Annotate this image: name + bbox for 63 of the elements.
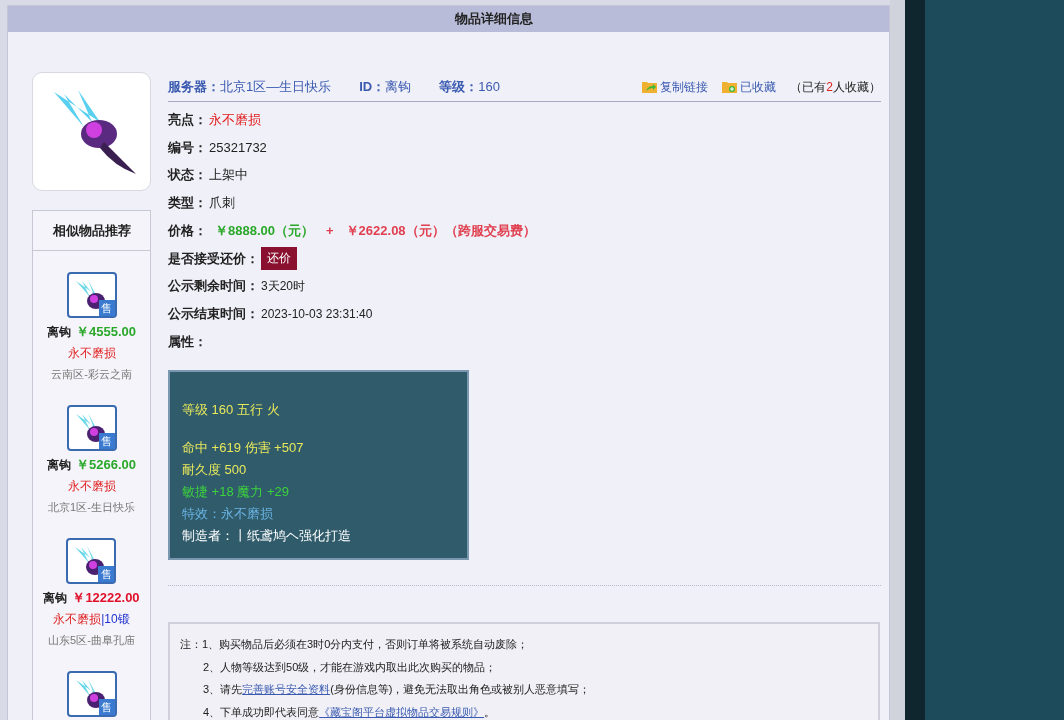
- attribute-line: 命中 +619 伤害 +507: [182, 439, 305, 458]
- sale-badge: 售: [98, 566, 115, 582]
- folder-plus-icon: [722, 80, 738, 93]
- item-name: 离钩: [47, 457, 71, 474]
- sale-badge: 售: [98, 300, 115, 316]
- field-value: 25321732: [209, 138, 267, 157]
- action-link[interactable]: 复制链接: [642, 77, 709, 96]
- attribute-line: 敏捷 +18 魔力 +29: [182, 483, 290, 502]
- field-label: 公示剩余时间：: [168, 277, 259, 296]
- item-price: ￥4555.00: [76, 323, 136, 341]
- field-value: 2023-10-03 23:31:40: [261, 305, 373, 323]
- attribute-line: 特效：永不磨损: [182, 505, 274, 524]
- sale-badge: 售: [98, 699, 115, 715]
- item-server[interactable]: 山东5区-曲阜孔庙: [48, 631, 135, 648]
- forge-level: |10锻: [101, 610, 130, 628]
- note-line: 注：1、购买物品后必须在3时0分内支付，否则订单将被系统自动废除；: [180, 637, 530, 653]
- item-server[interactable]: 北京1区-生日快乐: [48, 498, 135, 515]
- field-value: 永不磨损: [209, 111, 261, 130]
- field-value: 3天20时: [261, 277, 306, 295]
- plus-sign: +: [326, 221, 334, 240]
- item-tag: 永不磨损: [67, 343, 116, 362]
- field-label: 类型：: [168, 194, 207, 213]
- note-line: 4、下单成功即代表同意《藏宝阁平台虚拟物品交易规则》。: [202, 704, 497, 720]
- field-label: 编号：: [168, 138, 207, 157]
- field-label: 状态：: [168, 166, 207, 185]
- note-link[interactable]: 完善账号安全资料: [242, 683, 331, 696]
- item-level: 等级：160: [439, 77, 500, 96]
- server-info: 服务器：北京1区—生日快乐: [168, 77, 332, 96]
- field-label: 是否接受还价：: [168, 249, 259, 268]
- field-label: 价格：: [168, 221, 207, 240]
- page-title: 物品详细信息: [454, 10, 533, 29]
- scrollbar[interactable]: [890, 0, 905, 720]
- item-server[interactable]: 云南区-彩云之南: [51, 365, 132, 382]
- fee-value: ￥2622.08（元）（跨服交易费）: [345, 221, 536, 240]
- action-link[interactable]: 已收藏: [722, 77, 777, 96]
- item-price: ￥5266.00: [76, 456, 136, 474]
- item-id: ID：离钩: [359, 77, 412, 96]
- item-thumbnail[interactable]: 售: [66, 405, 117, 451]
- note-link[interactable]: 《藏宝阁平台虚拟物品交易规则》: [319, 705, 485, 718]
- item-tag: 永不磨损: [67, 476, 116, 495]
- attribute-line: 耐久度 500: [182, 461, 248, 480]
- field-label: 属性：: [168, 332, 207, 351]
- item-thumbnail[interactable]: 售: [66, 538, 117, 584]
- field-label: 亮点：: [168, 111, 207, 130]
- folder-arrow-icon: [642, 80, 658, 93]
- item-name: 离钩: [43, 590, 68, 607]
- item-thumbnail[interactable]: 售: [66, 671, 117, 717]
- price-value: ￥8888.00（元）: [215, 221, 314, 240]
- item-name: 离钩: [47, 324, 71, 341]
- attribute-line: 等级 160 五行 火: [182, 401, 281, 420]
- note-line: 2、人物等级达到50级，才能在游戏内取出此次购买的物品；: [202, 659, 498, 675]
- sale-badge: 售: [98, 433, 115, 449]
- field-value: 上架中: [209, 166, 248, 185]
- attribute-line: 制造者：丨纸鸢鸠ヘ强化打造: [182, 527, 352, 546]
- panel-title: 相似物品推荐: [52, 221, 131, 240]
- item-thumbnail[interactable]: 售: [66, 272, 117, 318]
- favorite-count: （已有2人收藏）: [790, 78, 881, 96]
- item-tag: 永不磨损: [53, 609, 102, 628]
- note-line: 3、请先完善账号安全资料(身份信息等)，避免无法取出角色或被别人恶意填写；: [202, 682, 592, 698]
- field-label: 公示结束时间：: [168, 304, 259, 323]
- bargain-button[interactable]: 还价: [261, 246, 297, 270]
- field-value: 爪刺: [209, 194, 235, 213]
- item-price: ￥12222.00: [72, 589, 140, 607]
